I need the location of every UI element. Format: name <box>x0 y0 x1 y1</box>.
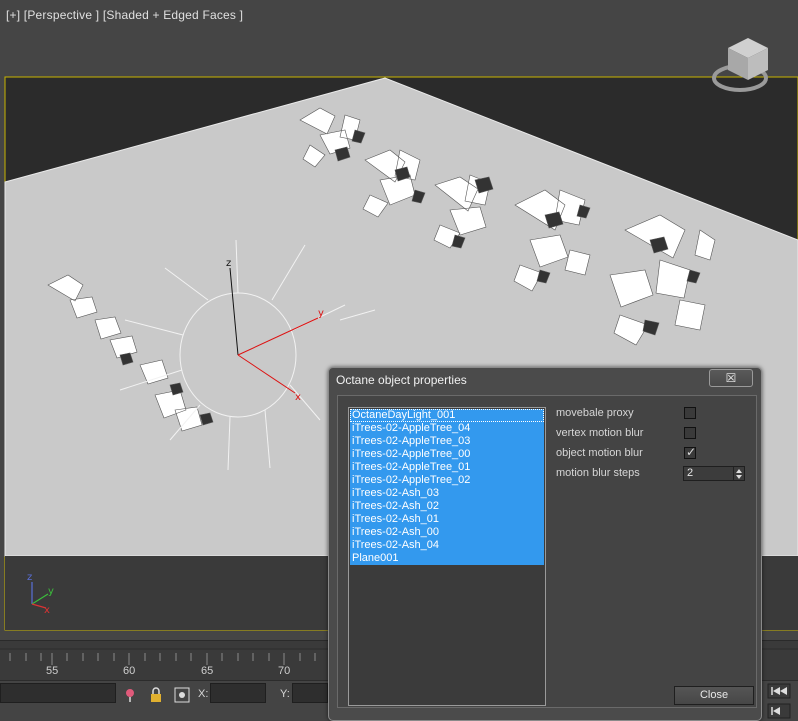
x-coord-label: X: <box>198 688 209 700</box>
svg-text:y: y <box>48 586 54 597</box>
absolute-mode-icon[interactable] <box>174 687 190 703</box>
timeline-tick-label: 60 <box>123 665 136 677</box>
list-item[interactable]: iTrees-02-Ash_02 <box>350 500 544 513</box>
motion-blur-steps-row: motion blur steps 2 <box>556 466 746 482</box>
list-item[interactable]: iTrees-02-Ash_04 <box>350 539 544 552</box>
list-item[interactable]: iTrees-02-AppleTree_04 <box>350 422 544 435</box>
isolate-selection-icon[interactable] <box>122 687 138 703</box>
object-listbox[interactable]: OctaneDayLight_001 iTrees-02-AppleTree_0… <box>348 407 546 706</box>
timeline-tick-label: 70 <box>278 665 291 677</box>
close-button[interactable]: Close <box>674 686 754 705</box>
list-item[interactable]: iTrees-02-AppleTree_03 <box>350 435 544 448</box>
list-item[interactable]: iTrees-02-Ash_00 <box>350 526 544 539</box>
vertex-motion-blur-label: vertex motion blur <box>556 427 644 439</box>
y-coord-input[interactable] <box>292 683 328 703</box>
svg-text:y: y <box>318 308 324 319</box>
motion-blur-steps-label: motion blur steps <box>556 467 640 479</box>
list-item[interactable]: iTrees-02-AppleTree_02 <box>350 474 544 487</box>
dialog-close-button[interactable]: ☒ <box>709 369 753 387</box>
list-item[interactable]: iTrees-02-Ash_03 <box>350 487 544 500</box>
playback-controls <box>762 680 798 721</box>
prompt-field[interactable] <box>0 683 116 703</box>
previous-frame-icon[interactable] <box>767 703 791 719</box>
lock-icon[interactable] <box>148 687 164 703</box>
timeline-tick-label: 65 <box>201 665 214 677</box>
spinner-up-icon[interactable] <box>736 469 742 473</box>
list-item[interactable]: iTrees-02-Ash_01 <box>350 513 544 526</box>
list-item[interactable]: iTrees-02-AppleTree_00 <box>350 448 544 461</box>
viewport-label[interactable]: [+] [Perspective ] [Shaded + Edged Faces… <box>6 8 243 22</box>
svg-text:x: x <box>295 392 301 403</box>
y-coord-label: Y: <box>280 688 290 700</box>
object-motion-blur-checkbox[interactable]: ✓ <box>684 445 697 459</box>
svg-text:x: x <box>44 605 50 616</box>
movable-proxy-checkbox[interactable] <box>684 407 696 419</box>
timeline-tick-label: 55 <box>46 665 59 677</box>
svg-text:z: z <box>226 258 231 269</box>
movable-proxy-label: movebale proxy <box>556 407 634 419</box>
list-item[interactable]: Plane001 <box>350 552 544 565</box>
dialog-content: OctaneDayLight_001 iTrees-02-AppleTree_0… <box>337 395 757 708</box>
checkmark-icon: ✓ <box>686 445 697 459</box>
vertex-motion-blur-checkbox[interactable] <box>684 427 696 439</box>
spinner-arrows[interactable] <box>733 467 744 480</box>
object-motion-blur-row: object motion blur ✓ <box>556 445 746 462</box>
list-item[interactable]: iTrees-02-AppleTree_01 <box>350 461 544 474</box>
vertex-motion-blur-row: vertex motion blur <box>556 426 746 442</box>
close-icon: ☒ <box>725 371 737 385</box>
motion-blur-steps-value[interactable]: 2 <box>687 467 693 479</box>
spinner-down-icon[interactable] <box>736 475 742 479</box>
object-motion-blur-label: object motion blur <box>556 447 643 459</box>
x-coord-input[interactable] <box>210 683 266 703</box>
movable-proxy-row: movebale proxy <box>556 406 746 422</box>
octane-object-properties-dialog: Octane object properties ☒ OctaneDayLigh… <box>328 367 762 721</box>
dialog-title: Octane object properties <box>336 373 467 387</box>
list-item[interactable]: OctaneDayLight_001 <box>350 409 544 422</box>
motion-blur-steps-spinner[interactable]: 2 <box>683 466 745 481</box>
svg-text:z: z <box>27 572 32 583</box>
go-to-start-icon[interactable] <box>767 683 791 699</box>
